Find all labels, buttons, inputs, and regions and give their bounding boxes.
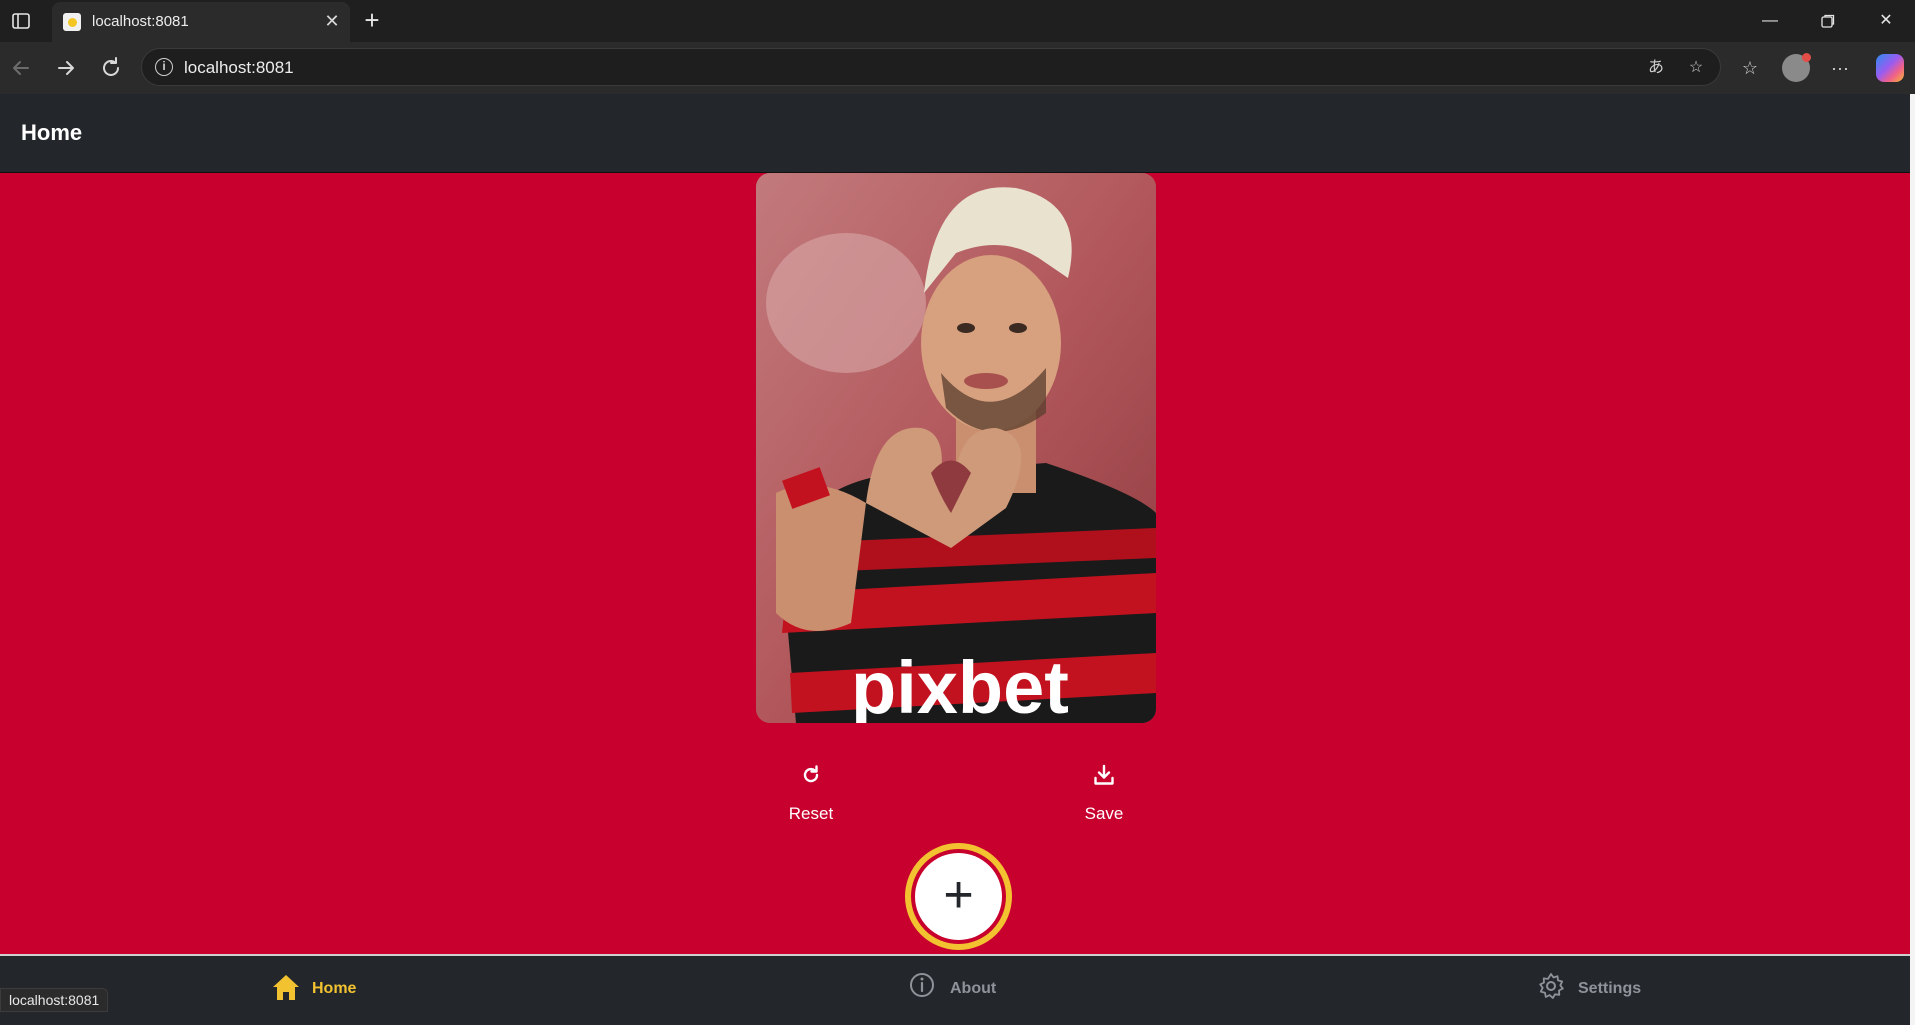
new-tab-icon[interactable]: + bbox=[360, 7, 384, 33]
nav-settings-label: Settings bbox=[1578, 980, 1642, 997]
home-icon bbox=[271, 972, 301, 1002]
page-scroll-edge bbox=[1910, 94, 1915, 1025]
tab-title: localhost:8081 bbox=[92, 13, 189, 30]
sidebar-toggle-icon[interactable] bbox=[10, 10, 32, 32]
restore-icon[interactable] bbox=[1815, 8, 1841, 34]
reset-label: Reset bbox=[788, 804, 834, 823]
browser-toolbar: i localhost:8081 あ ☆ ☆ ··· bbox=[0, 42, 1915, 94]
page-title: Home bbox=[21, 120, 83, 145]
nav-item-home[interactable]: Home bbox=[271, 972, 381, 1004]
more-menu-icon[interactable]: ··· bbox=[1826, 54, 1854, 82]
close-tab-icon[interactable]: ✕ bbox=[322, 11, 342, 31]
reset-button[interactable]: Reset bbox=[771, 763, 851, 839]
copilot-icon[interactable] bbox=[1876, 54, 1904, 82]
browser-tab-bar: localhost:8081 ✕ + — ✕ bbox=[0, 0, 1915, 42]
minimize-icon[interactable]: — bbox=[1757, 8, 1783, 34]
address-text[interactable]: localhost:8081 bbox=[184, 58, 294, 78]
save-button[interactable]: Save bbox=[1064, 763, 1144, 839]
app-header: Home bbox=[0, 94, 1915, 173]
favorites-icon[interactable]: ☆ bbox=[1736, 54, 1764, 82]
address-bar[interactable]: i localhost:8081 あ ☆ bbox=[141, 48, 1721, 86]
add-button[interactable]: + bbox=[905, 843, 1012, 950]
favorite-star-icon[interactable]: ☆ bbox=[1685, 57, 1707, 79]
reload-icon[interactable] bbox=[96, 53, 126, 83]
download-icon bbox=[1092, 763, 1116, 787]
save-label: Save bbox=[1084, 804, 1124, 823]
gear-icon bbox=[1537, 972, 1567, 1002]
nav-item-settings[interactable]: Settings bbox=[1537, 972, 1667, 1004]
player-photo: pixbet bbox=[756, 173, 1156, 723]
translate-icon[interactable]: あ bbox=[1645, 57, 1667, 79]
nav-about-label: About bbox=[950, 980, 997, 997]
app-root: Home pixbet Reset + Save Home About Sett… bbox=[0, 94, 1915, 1025]
browser-tab[interactable]: localhost:8081 ✕ bbox=[52, 2, 350, 42]
site-info-icon[interactable]: i bbox=[155, 58, 173, 76]
main-content: pixbet Reset + Save bbox=[0, 173, 1910, 954]
bottom-navigation: Home About Settings bbox=[0, 954, 1910, 1025]
forward-icon[interactable] bbox=[51, 53, 81, 83]
add-button-ring: + bbox=[911, 849, 1006, 944]
profile-avatar-icon[interactable] bbox=[1782, 53, 1811, 82]
notification-dot bbox=[1802, 53, 1811, 62]
back-icon[interactable] bbox=[6, 53, 36, 83]
shirt-sponsor-text: pixbet bbox=[851, 646, 1069, 723]
refresh-icon bbox=[799, 763, 823, 787]
info-icon bbox=[909, 972, 939, 1002]
plus-icon: + bbox=[915, 853, 1002, 940]
nav-home-label: Home bbox=[312, 980, 357, 997]
status-url-tooltip: localhost:8081 bbox=[0, 988, 109, 1012]
nav-item-about[interactable]: About bbox=[909, 972, 1029, 1004]
close-window-icon[interactable]: ✕ bbox=[1873, 8, 1899, 34]
favicon-icon bbox=[63, 13, 81, 31]
